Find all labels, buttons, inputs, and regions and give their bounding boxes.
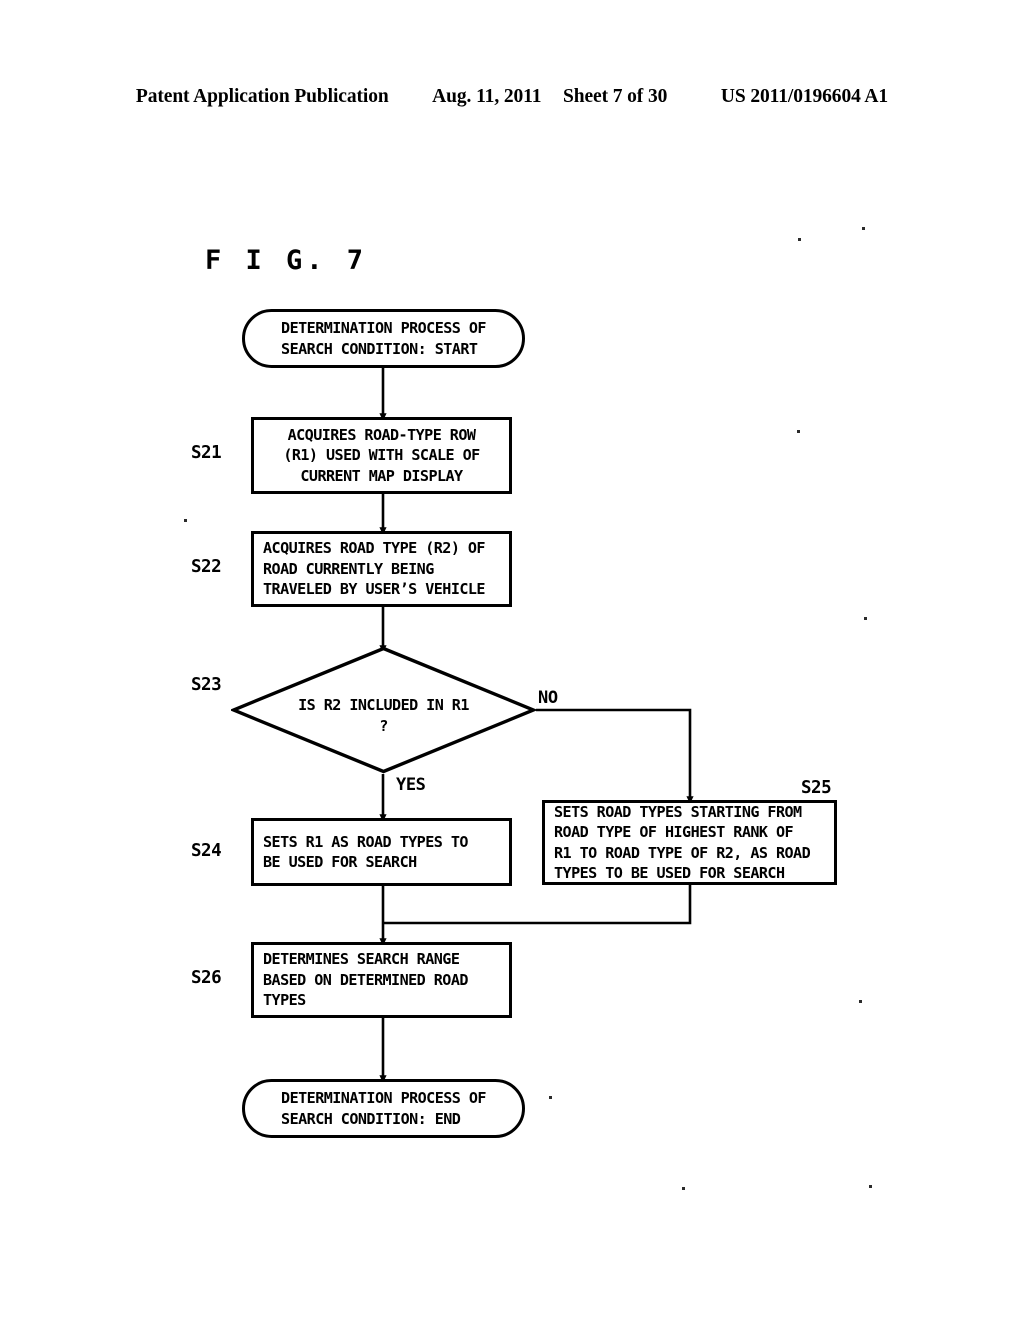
branch-label-yes: YES	[396, 775, 426, 795]
step-label-s26: S26	[191, 968, 222, 988]
flow-node-s25-text: SETS ROAD TYPES STARTING FROM ROAD TYPE …	[554, 802, 811, 883]
flow-node-s25: SETS ROAD TYPES STARTING FROM ROAD TYPE …	[542, 800, 837, 885]
scan-speck	[859, 1000, 862, 1003]
step-label-s22: S22	[191, 557, 222, 577]
flow-node-s26-text: DETERMINES SEARCH RANGE BASED ON DETERMI…	[263, 950, 468, 1010]
step-label-s25: S25	[801, 778, 832, 798]
flow-node-end: DETERMINATION PROCESS OF SEARCH CONDITIO…	[242, 1079, 525, 1138]
flow-node-start-text: DETERMINATION PROCESS OF SEARCH CONDITIO…	[281, 319, 486, 358]
header-date: Aug. 11, 2011	[432, 86, 542, 107]
page-header: Patent Application Publication Aug. 11, …	[0, 86, 1024, 108]
flow-node-s22-text: ACQUIRES ROAD TYPE (R2) OF ROAD CURRENTL…	[263, 539, 486, 599]
flow-node-s21: ACQUIRES ROAD-TYPE ROW (R1) USED WITH SC…	[251, 417, 512, 494]
scan-speck	[864, 617, 867, 620]
header-sheet: Sheet 7 of 30	[562, 86, 668, 107]
scan-speck	[798, 238, 801, 241]
scan-speck	[862, 227, 865, 230]
flow-node-s24: SETS R1 AS ROAD TYPES TO BE USED FOR SEA…	[251, 818, 512, 886]
flow-node-s21-text: ACQUIRES ROAD-TYPE ROW (R1) USED WITH SC…	[283, 425, 480, 485]
step-label-s21: S21	[191, 443, 222, 463]
flow-node-s24-text: SETS R1 AS ROAD TYPES TO BE USED FOR SEA…	[263, 832, 468, 872]
scan-speck	[869, 1185, 872, 1188]
scan-speck	[797, 430, 800, 433]
flow-node-start: DETERMINATION PROCESS OF SEARCH CONDITIO…	[242, 309, 525, 368]
figure-label: F I G. 7	[205, 245, 368, 276]
flow-node-s23-text: IS R2 INCLUDED IN R1 ?	[298, 696, 469, 735]
step-label-s23: S23	[191, 675, 222, 695]
flow-node-s22: ACQUIRES ROAD TYPE (R2) OF ROAD CURRENTL…	[251, 531, 512, 607]
header-publication: Patent Application Publication	[135, 86, 389, 107]
step-label-s24: S24	[191, 841, 222, 861]
flow-node-s26: DETERMINES SEARCH RANGE BASED ON DETERMI…	[251, 942, 512, 1018]
scan-speck	[184, 519, 187, 522]
scan-speck	[682, 1187, 685, 1190]
header-patent-number: US 2011/0196604 A1	[720, 86, 889, 107]
flow-node-end-text: DETERMINATION PROCESS OF SEARCH CONDITIO…	[281, 1089, 486, 1128]
flow-node-s23: IS R2 INCLUDED IN R1 ?	[231, 646, 536, 774]
scan-speck	[549, 1096, 552, 1099]
branch-label-no: NO	[538, 688, 558, 708]
